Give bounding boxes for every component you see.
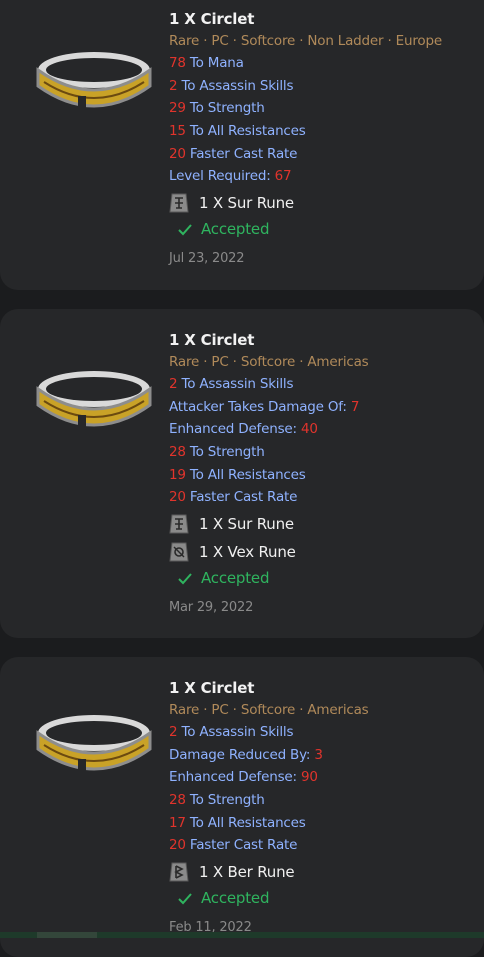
status-badge: Accepted xyxy=(178,565,480,591)
stat-text: To Strength xyxy=(185,792,265,809)
rune-item: 1 X Sur Rune xyxy=(169,189,480,216)
rune-label: 1 X Vex Rune xyxy=(199,542,296,561)
stat-line: Level Required: 67 xyxy=(169,165,480,188)
stat-text: To All Resistances xyxy=(185,123,306,140)
stat-text: Attacker Takes Damage Of: xyxy=(169,398,351,415)
stat-line: 2 To Assassin Skills xyxy=(169,373,480,396)
stat-line: 20 Faster Cast Rate xyxy=(169,143,480,166)
status-label: Accepted xyxy=(201,220,270,239)
rune-item: 1 X Ber Rune xyxy=(169,858,480,885)
stat-value: 28 xyxy=(169,444,186,461)
rune-item: 1 X Sur Rune xyxy=(169,510,480,537)
stat-line: 29 To Strength xyxy=(169,97,480,120)
stat-value: 19 xyxy=(169,466,186,483)
stat-line: 2 To Assassin Skills xyxy=(169,75,480,98)
rune-label: 1 X Sur Rune xyxy=(199,514,294,533)
stat-line: 15 To All Resistances xyxy=(169,120,480,143)
stat-value: 20 xyxy=(169,837,186,854)
stat-line: 78 To Mana xyxy=(169,52,480,75)
stat-text: Enhanced Defense: xyxy=(169,769,301,786)
stat-line: 2 To Assassin Skills xyxy=(169,721,480,744)
circlet-item-icon xyxy=(36,52,152,116)
circlet-item-icon xyxy=(36,371,152,435)
status-label: Accepted xyxy=(201,889,270,908)
stat-text: To All Resistances xyxy=(185,466,306,483)
order-date: Jul 23, 2022 xyxy=(169,251,245,267)
stat-text: To Assassin Skills xyxy=(177,724,294,740)
order-card[interactable]: 1 X Circlet Rare · PC · Softcore · Non L… xyxy=(0,0,484,290)
order-title: 1 X Circlet xyxy=(169,331,255,349)
check-icon xyxy=(178,224,192,236)
vex-rune-icon xyxy=(169,542,189,562)
stat-text: Damage Reduced By: xyxy=(169,746,315,763)
circlet-item-icon xyxy=(36,715,152,779)
rune-item: 1 X Vex Rune xyxy=(169,538,480,565)
sur-rune-icon xyxy=(169,193,189,213)
bottom-nav-tab[interactable] xyxy=(37,932,97,938)
stat-value: 17 xyxy=(169,814,186,831)
check-icon xyxy=(178,893,192,905)
status-label: Accepted xyxy=(201,569,270,588)
stat-text: To Strength xyxy=(185,100,265,117)
stat-value: 90 xyxy=(300,769,318,786)
stat-value: 20 xyxy=(169,145,186,162)
order-card[interactable]: 1 X Circlet Rare · PC · Softcore · Ameri… xyxy=(0,309,484,638)
order-title: 1 X Circlet xyxy=(169,679,255,697)
stat-line: Attacker Takes Damage Of: 7 xyxy=(169,396,480,419)
stat-text: To All Resistances xyxy=(185,814,306,831)
order-meta: Rare · PC · Softcore · Americas xyxy=(169,354,369,370)
status-badge: Accepted xyxy=(178,885,480,911)
stat-line: 19 To All Resistances xyxy=(169,464,480,487)
stat-line: 20 Faster Cast Rate xyxy=(169,486,480,509)
stat-value: 20 xyxy=(169,489,186,506)
stat-value: 28 xyxy=(169,792,186,809)
stat-line: 20 Faster Cast Rate xyxy=(169,834,480,857)
stat-text: Enhanced Defense: xyxy=(169,421,301,438)
stat-value: 40 xyxy=(300,421,318,438)
check-icon xyxy=(178,573,192,585)
stat-text: Faster Cast Rate xyxy=(185,489,298,506)
stat-text: Faster Cast Rate xyxy=(185,837,298,854)
ber-rune-icon xyxy=(169,862,189,882)
stat-line: Enhanced Defense: 40 xyxy=(169,418,480,441)
stat-text: To Assassin Skills xyxy=(177,376,294,392)
stat-value: 7 xyxy=(350,398,360,415)
status-badge: Accepted xyxy=(178,216,480,242)
stat-text: Faster Cast Rate xyxy=(185,145,298,162)
stat-value: 67 xyxy=(274,168,292,185)
stat-value: 78 xyxy=(169,55,186,71)
order-meta: Rare · PC · Softcore · Americas xyxy=(169,702,369,718)
rune-label: 1 X Sur Rune xyxy=(199,193,294,212)
order-title: 1 X Circlet xyxy=(169,10,255,28)
stat-line: 28 To Strength xyxy=(169,789,480,812)
stat-line: 28 To Strength xyxy=(169,441,480,464)
stat-value: 3 xyxy=(314,746,323,763)
order-date: Mar 29, 2022 xyxy=(169,600,254,616)
stat-text: To Assassin Skills xyxy=(177,77,294,94)
stat-value: 29 xyxy=(169,100,186,117)
stat-text: To Strength xyxy=(185,444,265,461)
rune-label: 1 X Ber Rune xyxy=(199,862,295,881)
order-meta: Rare · PC · Softcore · Non Ladder · Euro… xyxy=(169,33,442,49)
sur-rune-icon xyxy=(169,514,189,534)
order-card[interactable]: 1 X Circlet Rare · PC · Softcore · Ameri… xyxy=(0,657,484,957)
stat-line: 17 To All Resistances xyxy=(169,812,480,835)
stat-text: Level Required: xyxy=(169,168,275,185)
stat-line: Enhanced Defense: 90 xyxy=(169,766,480,789)
stat-value: 15 xyxy=(169,123,186,140)
stat-line: Damage Reduced By: 3 xyxy=(169,744,480,767)
stat-text: To Mana xyxy=(185,55,244,71)
